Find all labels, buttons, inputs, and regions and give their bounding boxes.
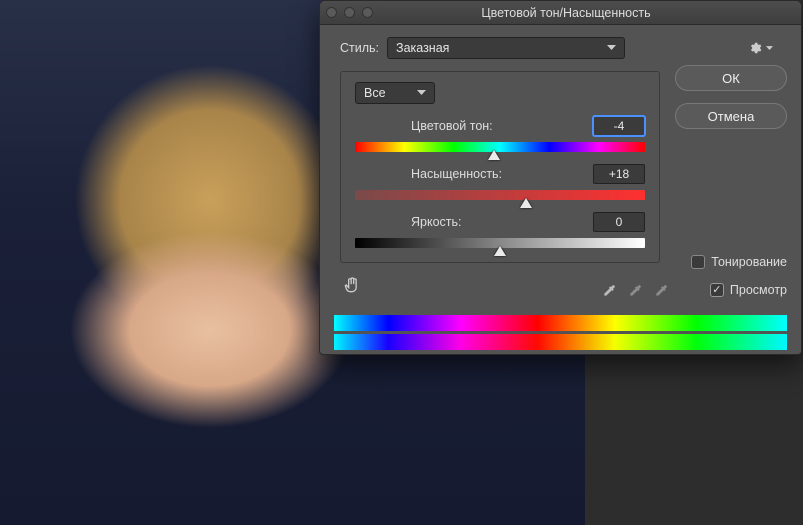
range-dropdown[interactable]: Все	[355, 82, 435, 104]
hue-slider-group: Цветовой тон: -4	[355, 116, 645, 152]
preset-options-icon[interactable]	[748, 41, 762, 55]
hue-slider-thumb[interactable]	[488, 150, 500, 160]
range-dropdown-value: Все	[364, 86, 386, 100]
eyedropper-icon[interactable]	[601, 283, 617, 299]
hue-saturation-dialog: Цветовой тон/Насыщенность Стиль: Заказна…	[319, 0, 802, 355]
eyedropper-add-icon[interactable]	[627, 283, 643, 299]
window-controls	[326, 7, 373, 18]
chevron-down-icon	[607, 45, 616, 51]
lightness-slider-thumb[interactable]	[494, 246, 506, 256]
lightness-slider-group: Яркость: 0	[355, 212, 645, 248]
window-minimize-dot[interactable]	[344, 7, 355, 18]
saturation-slider[interactable]	[355, 190, 645, 200]
lightness-value-input[interactable]: 0	[593, 212, 645, 232]
saturation-slider-group: Насыщенность: +18	[355, 164, 645, 200]
saturation-value-input[interactable]: +18	[593, 164, 645, 184]
hue-slider[interactable]	[355, 142, 645, 152]
chevron-down-icon	[766, 46, 773, 51]
spectrum-before	[334, 315, 787, 331]
spectrum-after	[334, 334, 787, 350]
dialog-title: Цветовой тон/Насыщенность	[381, 6, 751, 20]
cancel-button[interactable]: Отмена	[675, 103, 787, 129]
spectrum-strips	[334, 315, 787, 350]
eyedropper-subtract-icon[interactable]	[653, 283, 669, 299]
lightness-label: Яркость:	[411, 215, 462, 229]
dialog-titlebar[interactable]: Цветовой тон/Насыщенность	[320, 1, 801, 25]
style-dropdown[interactable]: Заказная	[387, 37, 625, 59]
hue-label: Цветовой тон:	[411, 119, 493, 133]
style-dropdown-value: Заказная	[396, 41, 449, 55]
hue-value-input[interactable]: -4	[593, 116, 645, 136]
window-zoom-dot[interactable]	[362, 7, 373, 18]
saturation-slider-thumb[interactable]	[520, 198, 532, 208]
colorize-checkbox[interactable]	[691, 255, 705, 269]
window-close-dot[interactable]	[326, 7, 337, 18]
preview-label: Просмотр	[730, 283, 787, 297]
chevron-down-icon	[417, 90, 426, 96]
lightness-slider[interactable]	[355, 238, 645, 248]
adjustment-panel: Все Цветовой тон: -4 Насыщеннос	[340, 71, 660, 263]
ok-button[interactable]: ОК	[675, 65, 787, 91]
colorize-label: Тонирование	[711, 255, 787, 269]
saturation-label: Насыщенность:	[411, 167, 502, 181]
preview-checkbox[interactable]	[710, 283, 724, 297]
style-label: Стиль:	[340, 41, 379, 55]
